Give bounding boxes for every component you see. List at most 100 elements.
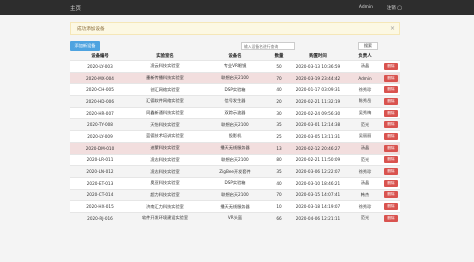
device-table: 设备编号 实验室名 设备名 数量 购置时间 负责人 2020-LY-003 凌云科…	[70, 52, 400, 224]
delete-button[interactable]: 删除	[384, 62, 398, 70]
cell-purchase-date: 2020-03-13 10:36:59	[288, 60, 348, 73]
cell-lab-name: 凌志科技实验室	[130, 165, 200, 178]
header-action	[382, 52, 400, 61]
table-row: 2020-LN-012 凌志科技实验室 ZigBee开发套件 35 2020-03-06…	[70, 165, 400, 178]
close-icon[interactable]: ×	[390, 25, 395, 32]
cell-quantity: 30	[270, 106, 288, 119]
cell-lab-name: 济南汇力科技实验室	[130, 200, 200, 213]
header-owner: 负责人	[358, 54, 372, 59]
cell-action: 删除	[382, 118, 400, 131]
home-link[interactable]: 主页	[70, 4, 81, 12]
cell-quantity: 80	[270, 153, 288, 166]
table-row: 2020-LR-011 凌志科技实验室 联想启天2100 80 2020-02-21 1…	[70, 153, 400, 166]
cell-owner: 吴秀梅	[348, 106, 382, 119]
cell-device-name: DSP实验箱	[200, 176, 270, 190]
cell-quantity: 13	[270, 141, 288, 154]
table-body: 2020-LY-003 凌云科技实验室 专业VR眼镜 50 2020-03-13 10:…	[70, 60, 400, 224]
cell-purchase-date: 2020-03-01 12:14:38	[288, 118, 348, 131]
delete-button[interactable]: 删除	[384, 214, 398, 222]
cell-lab-name: 汇德软件网络实验室	[130, 95, 200, 108]
cell-device-id: 2020-MX-004	[70, 71, 130, 84]
cell-device-id: 2020-HD-006	[70, 95, 130, 108]
cell-action: 删除	[382, 165, 400, 178]
cell-device-id: 2020-HR-007	[70, 106, 130, 119]
delete-button[interactable]: 删除	[384, 97, 398, 105]
cell-device-name: 联想启天2100	[200, 118, 270, 131]
cell-owner: 徐秀珍	[348, 83, 382, 96]
cell-purchase-date: 2020-03-06 12:22:07	[288, 165, 348, 178]
cell-device-name: 播天无线服务器	[200, 200, 270, 213]
cell-purchase-date: 2020-03-19 23:44:42	[288, 71, 348, 84]
table-header-row: 设备编号 实验室名 设备名 数量 购置时间 负责人	[70, 52, 400, 61]
cell-purchase-date: 2020-03-15 14:07:41	[288, 188, 348, 201]
delete-button[interactable]: 删除	[384, 168, 398, 176]
table-row: 2020-ET-013 奥亚科技实验室 DSP实验箱 40 2020-03-10 18:…	[70, 176, 400, 190]
cell-quantity: 40	[270, 83, 288, 96]
cell-lab-name: 凌志科技实验室	[130, 153, 200, 166]
table-row: 2020-LY-003 凌云科技实验室 专业VR眼镜 50 2020-03-13 10:…	[70, 60, 400, 73]
cell-quantity: 35	[270, 118, 288, 131]
cell-device-id: 2020-TY-008	[70, 118, 130, 131]
cell-purchase-date: 2020-02-21 11:50:09	[288, 153, 348, 166]
search-input[interactable]	[241, 42, 295, 50]
search-button[interactable]: 搜索	[358, 42, 378, 50]
cell-quantity: 40	[270, 176, 288, 190]
cell-owner: 范光	[348, 211, 382, 224]
user-link[interactable]: Admin	[359, 5, 373, 10]
delete-button[interactable]: 删除	[384, 203, 398, 211]
delete-button[interactable]: 删除	[384, 179, 398, 187]
cell-device-id: 2020-CT-014	[70, 188, 130, 201]
cell-owner: 汤晶	[348, 141, 382, 154]
cell-device-id: 2020-LY-003	[70, 60, 130, 73]
cell-purchase-date: 2020-03-05 13:11:31	[288, 130, 348, 143]
delete-button[interactable]: 删除	[384, 109, 398, 117]
delete-button[interactable]: 删除	[384, 121, 398, 129]
cell-device-name: VR头盔	[200, 211, 270, 224]
cell-device-id: 2020-LY-009	[70, 130, 130, 143]
cell-lab-name: 凌云科技实验室	[130, 60, 200, 73]
cell-owner: 韩杰	[348, 188, 382, 201]
delete-button[interactable]: 删除	[384, 74, 398, 82]
cell-quantity: 20	[270, 95, 288, 108]
table-row: 2020-DM-010 迪蒙科技实验室 播天无线服务器 13 2020-02-12 20…	[70, 141, 400, 154]
cell-device-id: 2020-LR-011	[70, 153, 130, 166]
logout-link[interactable]: 注销 ◯	[387, 5, 402, 11]
cell-purchase-date: 2020-03-10 18:46:21	[288, 176, 348, 190]
cell-device-id: 2020-ET-013	[70, 176, 130, 190]
delete-button[interactable]: 删除	[384, 191, 398, 199]
success-alert: 成功添加设备 ×	[70, 22, 400, 35]
nav-right: Admin 注销 ◯	[359, 0, 402, 15]
cell-device-name: 联想启天2100	[200, 188, 270, 201]
cell-quantity: 35	[270, 165, 288, 178]
cell-device-name: 联想启天2100	[200, 71, 270, 84]
cell-purchase-date: 2020-01-17 03:09:31	[288, 83, 348, 96]
cell-quantity: 50	[270, 60, 288, 73]
cell-lab-name: 创汇网络实验室	[130, 83, 200, 96]
top-navbar: 主页 Admin 注销 ◯	[0, 0, 474, 15]
delete-button[interactable]: 删除	[384, 144, 398, 152]
delete-button[interactable]: 删除	[384, 86, 398, 94]
add-device-button[interactable]: 添加新设备	[70, 41, 100, 51]
cell-owner: 范光	[348, 118, 382, 131]
header-purchase-date: 购置时间	[309, 54, 327, 59]
cell-lab-name: 蓝德技术培训实验室	[130, 130, 200, 143]
cell-lab-name: 软件开发环境建设实验室	[130, 211, 200, 224]
delete-button[interactable]: 删除	[384, 156, 398, 164]
toolbar: 添加新设备 搜索	[70, 41, 400, 52]
cell-device-name: 播天无线服务器	[200, 141, 270, 154]
cell-purchase-date: 2020-04-06 12:21:11	[288, 211, 348, 224]
table-row: 2020-RJ-016 软件开发环境建设实验室 VR头盔 66 2020-04-06 1…	[70, 211, 400, 224]
cell-action: 删除	[382, 141, 400, 154]
cell-owner: 徐秀珍	[348, 165, 382, 178]
table-row: 2020-HR-007 同鑫新通科技实验室 双踪示波器 30 2020-02-24 09…	[70, 106, 400, 119]
delete-button[interactable]: 删除	[384, 132, 398, 140]
cell-action: 删除	[382, 83, 400, 96]
table-row: 2020-TY-008 天怡科技实验室 联想启天2100 35 2020-03-01 1…	[70, 118, 400, 131]
cell-lab-name: 同鑫新通科技实验室	[130, 106, 200, 119]
cell-purchase-date: 2020-02-12 20:46:27	[288, 141, 348, 154]
table-row: 2020-LY-009 蓝德技术培训实验室 投影机 25 2020-03-05 13:1…	[70, 130, 400, 143]
table-row: 2020-HX-015 济南汇力科技实验室 播天无线服务器 10 2020-03-18 …	[70, 200, 400, 213]
cell-owner: 徐秀珍	[348, 200, 382, 213]
cell-purchase-date: 2020-02-24 09:56:30	[288, 106, 348, 119]
cell-owner: 汤晶	[348, 176, 382, 190]
